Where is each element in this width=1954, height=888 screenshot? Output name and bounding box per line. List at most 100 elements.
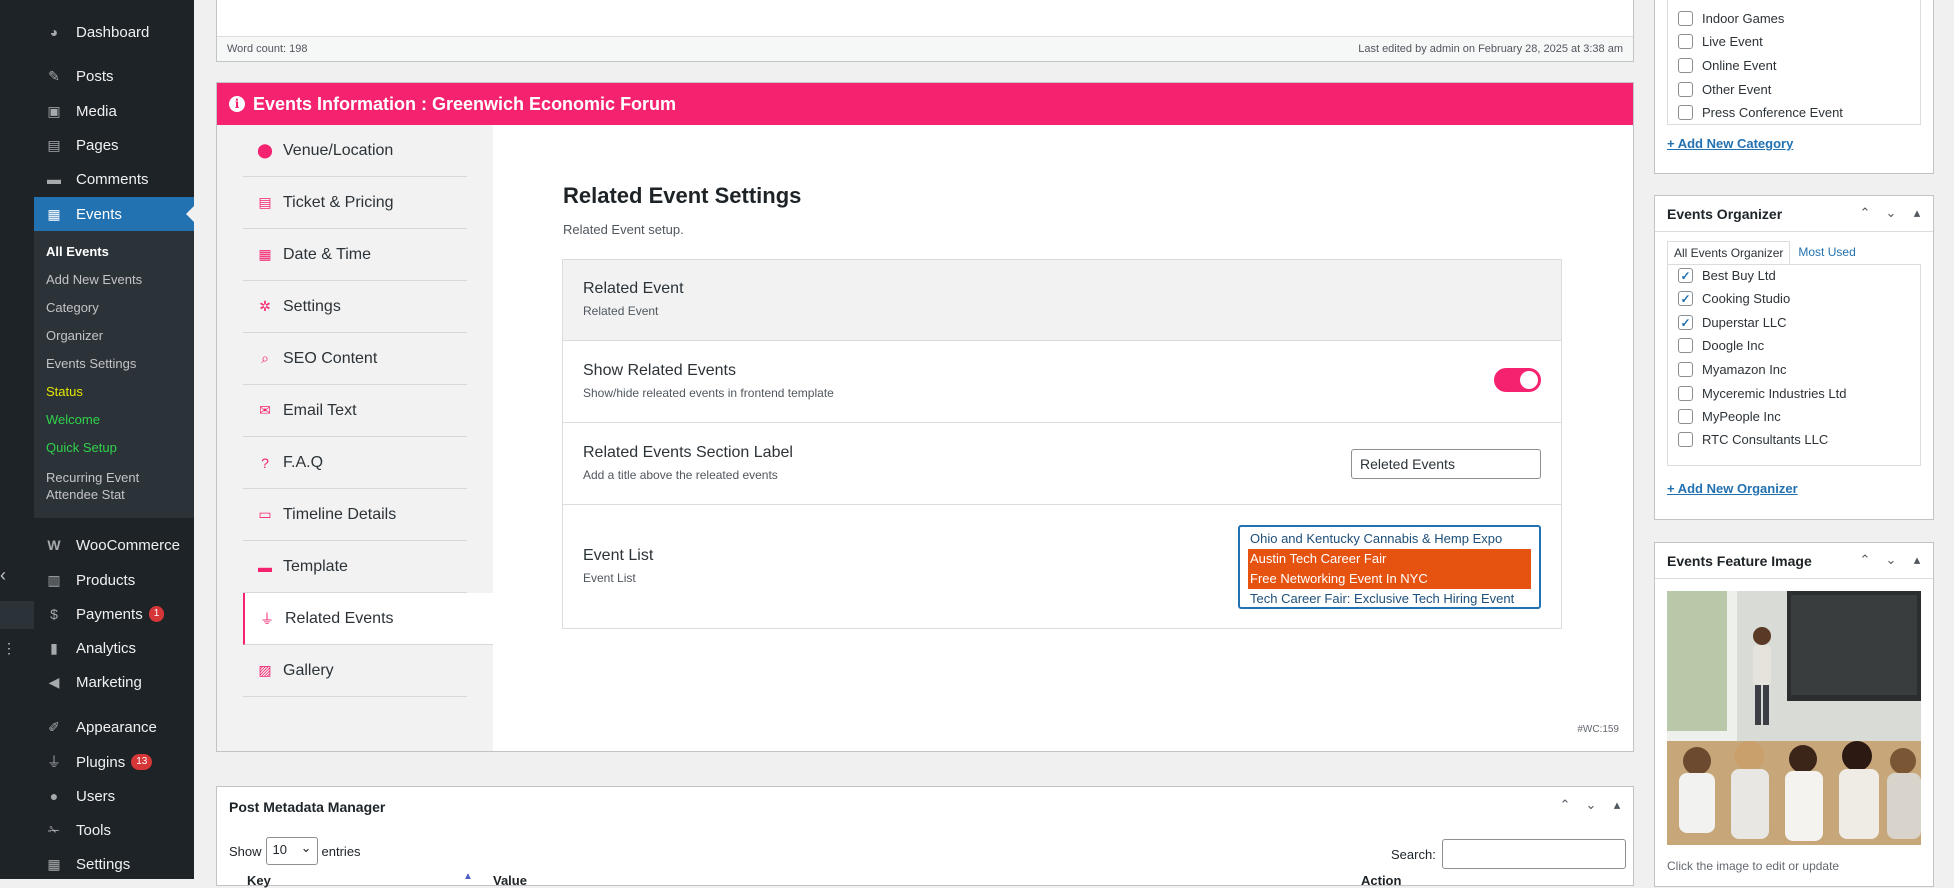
- sidebar-item-posts[interactable]: ✎ Posts: [34, 59, 194, 93]
- checkbox[interactable]: [1678, 34, 1693, 49]
- submenu-organizer[interactable]: Organizer: [46, 328, 103, 343]
- move-down-icon[interactable]: ⌄: [1581, 797, 1601, 813]
- checkbox[interactable]: [1678, 409, 1693, 424]
- submenu-quick-setup[interactable]: Quick Setup: [46, 440, 117, 455]
- tab-seo-content[interactable]: ⌕ SEO Content: [243, 333, 467, 385]
- sidebar-item-payments[interactable]: $ Payments 1: [34, 597, 194, 631]
- show-related-toggle[interactable]: [1494, 368, 1541, 392]
- organizer-item[interactable]: Doogle Inc: [1678, 338, 1764, 353]
- add-new-category-link[interactable]: + Add New Category: [1667, 136, 1793, 151]
- sidebar-item-analytics[interactable]: ▮ Analytics: [34, 631, 194, 665]
- tab-timeline-details[interactable]: ▭ Timeline Details: [243, 489, 467, 541]
- category-item[interactable]: Indoor Games: [1678, 11, 1784, 26]
- tab-most-used[interactable]: Most Used: [1790, 241, 1863, 264]
- sidebar-item-woocommerce[interactable]: W WooCommerce: [34, 528, 194, 562]
- column-action[interactable]: Action: [1361, 873, 1401, 888]
- submenu-welcome[interactable]: Welcome: [46, 412, 100, 427]
- checkbox[interactable]: [1678, 338, 1693, 353]
- add-new-organizer-link[interactable]: + Add New Organizer: [1667, 481, 1798, 496]
- organizer-item[interactable]: ✓ Best Buy Ltd: [1678, 268, 1776, 283]
- move-up-icon[interactable]: ⌃: [1855, 552, 1875, 568]
- checkbox[interactable]: [1678, 58, 1693, 73]
- events-box-header: i Events Information : Greenwich Economi…: [217, 83, 1633, 125]
- tab-venue-location[interactable]: ⬤ Venue/Location: [243, 125, 467, 177]
- column-value[interactable]: Value: [493, 873, 527, 888]
- entries-select[interactable]: 10: [265, 837, 318, 865]
- sidebar-item-comments[interactable]: ▬ Comments: [34, 162, 194, 196]
- category-item[interactable]: Other Event: [1678, 82, 1771, 97]
- section-label-input[interactable]: Releted Events: [1351, 449, 1541, 479]
- move-down-icon[interactable]: ⌄: [1881, 205, 1901, 221]
- organizer-item[interactable]: ✓ Duperstar LLC: [1678, 315, 1787, 330]
- feature-image[interactable]: [1667, 591, 1921, 845]
- collapse-icon[interactable]: ▴: [1907, 205, 1927, 221]
- organizer-item[interactable]: RTC Consultants LLC: [1678, 432, 1828, 447]
- tab-template[interactable]: ▬ Template: [243, 541, 467, 593]
- tab-email-text[interactable]: ✉ Email Text: [243, 385, 467, 437]
- checkbox-checked[interactable]: ✓: [1678, 268, 1693, 283]
- submenu-add-new-events[interactable]: Add New Events: [46, 272, 142, 287]
- event-option-selected[interactable]: Austin Tech Career Fair: [1248, 549, 1531, 569]
- sidebar-item-appearance[interactable]: ✐ Appearance: [34, 710, 194, 744]
- organizer-item[interactable]: Myceremic Industries Ltd: [1678, 386, 1847, 401]
- checkbox[interactable]: [1678, 82, 1693, 97]
- left-edge-strip: ‹ ⋮: [0, 0, 34, 879]
- submenu-all-events[interactable]: All Events: [46, 244, 109, 259]
- event-option[interactable]: Tech Career Fair: Exclusive Tech Hiring …: [1248, 589, 1531, 609]
- move-down-icon[interactable]: ⌄: [1881, 552, 1901, 568]
- tab-date-time[interactable]: ▦ Date & Time: [243, 229, 467, 281]
- sidebar-item-plugins[interactable]: ⏚ Plugins 13: [34, 745, 194, 779]
- move-up-icon[interactable]: ⌃: [1855, 205, 1875, 221]
- tab-gallery[interactable]: ▨ Gallery: [243, 645, 467, 697]
- more-dots-icon[interactable]: ⋮: [2, 640, 16, 657]
- organizer-item[interactable]: MyPeople Inc: [1678, 409, 1781, 424]
- checkbox[interactable]: [1678, 432, 1693, 447]
- submenu-status[interactable]: Status: [46, 384, 83, 399]
- row-label: Event List: [583, 547, 654, 564]
- category-item[interactable]: Live Event: [1678, 34, 1763, 49]
- collapse-icon[interactable]: ▴: [1907, 552, 1927, 568]
- feature-image-header: Events Feature Image ⌃ ⌄ ▴: [1655, 543, 1933, 579]
- sort-asc-icon[interactable]: ▲: [463, 871, 473, 882]
- column-key[interactable]: Key: [247, 873, 271, 888]
- metadata-search-input[interactable]: [1441, 839, 1626, 869]
- checkbox[interactable]: [1678, 386, 1693, 401]
- tab-ticket-pricing[interactable]: ▤ Ticket & Pricing: [243, 177, 467, 229]
- category-item[interactable]: Press Conference Event: [1678, 105, 1843, 120]
- category-item[interactable]: Online Event: [1678, 58, 1776, 73]
- checkbox-checked[interactable]: ✓: [1678, 315, 1693, 330]
- sidebar-item-marketing[interactable]: ◀ Marketing: [34, 665, 194, 699]
- sidebar-item-events[interactable]: ▦ Events: [34, 197, 194, 231]
- sidebar-item-users[interactable]: ● Users: [34, 779, 194, 813]
- tab-all-organizers[interactable]: All Events Organizer: [1667, 241, 1791, 264]
- submenu-category[interactable]: Category: [46, 300, 99, 315]
- organizer-item[interactable]: ✓ Cooking Studio: [1678, 291, 1790, 306]
- sidebar-item-media[interactable]: ▣ Media: [34, 94, 194, 128]
- sidebar-item-products[interactable]: ▥ Products: [34, 563, 194, 597]
- info-icon: i: [229, 96, 245, 112]
- sidebar-item-tools[interactable]: ✁ Tools: [34, 813, 194, 847]
- sidebar-item-dashboard[interactable]: ◕ Dashboard: [34, 15, 194, 49]
- event-option[interactable]: Ohio and Kentucky Cannabis & Hemp Expo: [1248, 529, 1531, 549]
- search-icon: ⌕: [261, 350, 269, 366]
- move-up-icon[interactable]: ⌃: [1555, 797, 1575, 813]
- tab-settings[interactable]: ✲ Settings: [243, 281, 467, 333]
- sidebar-item-pages[interactable]: ▤ Pages: [34, 128, 194, 162]
- event-option-selected[interactable]: Free Networking Event In NYC: [1248, 569, 1531, 589]
- tab-faq[interactable]: ? F.A.Q: [243, 437, 467, 489]
- collapse-icon[interactable]: ▴: [1607, 797, 1627, 813]
- event-list-multiselect[interactable]: Ohio and Kentucky Cannabis & Hemp Expo A…: [1238, 525, 1541, 609]
- collapse-arrow-icon[interactable]: ‹: [0, 565, 6, 586]
- tab-related-events[interactable]: ⏚ Related Events: [243, 593, 493, 645]
- organizer-item[interactable]: Myamazon Inc: [1678, 362, 1787, 377]
- submenu-events-settings[interactable]: Events Settings: [46, 356, 136, 371]
- checkbox[interactable]: [1678, 11, 1693, 26]
- checkbox-checked[interactable]: ✓: [1678, 291, 1693, 306]
- submenu-recurring-event-attendee-stat[interactable]: Recurring Event Attendee Stat: [46, 469, 156, 503]
- plug-icon: ⏚: [260, 610, 274, 627]
- calendar-icon: ▦: [258, 246, 272, 262]
- checkbox[interactable]: [1678, 105, 1693, 120]
- sidebar-item-settings[interactable]: ▦ Settings: [34, 847, 194, 881]
- checkbox[interactable]: [1678, 362, 1693, 377]
- wc-reference: #WC:159: [1577, 724, 1619, 735]
